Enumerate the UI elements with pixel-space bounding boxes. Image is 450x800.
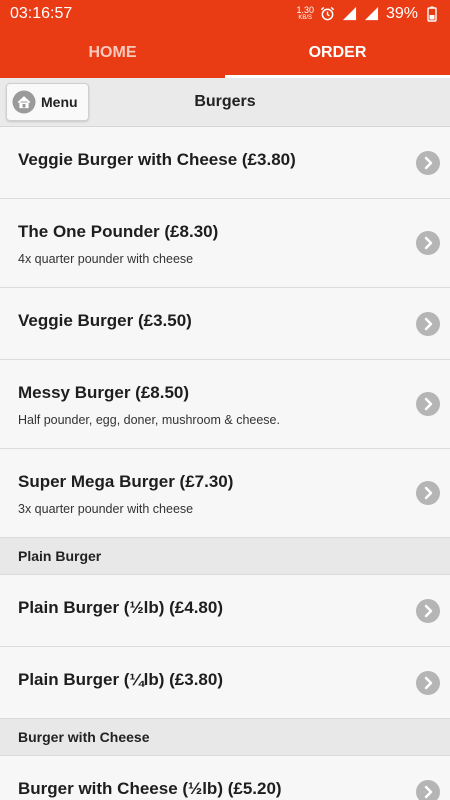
page-title: Burgers (194, 93, 256, 110)
chevron-right-icon (416, 392, 440, 416)
list-item[interactable]: Veggie Burger with Cheese (£3.80) (0, 127, 450, 199)
tab-bar: HOME ORDER (0, 27, 450, 78)
home-icon (12, 90, 36, 114)
menu-list: Veggie Burger with Cheese (£3.80) The On… (0, 127, 450, 800)
item-description: 3x quarter pounder with cheese (18, 502, 194, 516)
list-item[interactable]: The One Pounder (£8.30) 4x quarter pound… (0, 199, 450, 288)
tab-home[interactable]: HOME (0, 27, 225, 78)
section-header: Plain Burger (0, 538, 450, 575)
item-name: Super Mega Burger (£7.30) (18, 472, 234, 491)
status-time: 03:16:57 (10, 4, 73, 22)
chevron-right-icon (416, 780, 440, 800)
tab-order[interactable]: ORDER (225, 27, 450, 78)
list-item[interactable]: Burger with Cheese (½lb) (£5.20) (0, 756, 450, 800)
menu-button-label: Menu (41, 94, 78, 110)
item-description: Half pounder, egg, doner, mushroom & che… (18, 413, 280, 427)
network-speed-unit: KB/S (298, 14, 313, 21)
item-name: Veggie Burger with Cheese (£3.80) (18, 150, 296, 169)
chevron-right-icon (416, 151, 440, 175)
item-name: Plain Burger (¼lb) (£3.80) (18, 670, 223, 689)
list-item[interactable]: Messy Burger (£8.50) Half pounder, egg, … (0, 360, 450, 449)
list-item[interactable]: Super Mega Burger (£7.30) 3x quarter pou… (0, 449, 450, 538)
chevron-right-icon (416, 671, 440, 695)
chevron-right-icon (416, 599, 440, 623)
battery-percent: 39% (385, 4, 418, 22)
signal-icon (364, 6, 380, 22)
chevron-right-icon (416, 231, 440, 255)
item-name: The One Pounder (£8.30) (18, 222, 219, 241)
status-bar: 03:16:57 1.30 KB/S 39% (0, 0, 450, 27)
chevron-right-icon (416, 312, 440, 336)
item-description: 4x quarter pounder with cheese (18, 252, 194, 266)
item-name: Messy Burger (£8.50) (18, 383, 190, 402)
category-header: Menu Burgers (0, 78, 450, 127)
section-header: Burger with Cheese (0, 719, 450, 756)
status-icons: 1.30 KB/S 39% (296, 5, 440, 23)
item-name: Plain Burger (½lb) (£4.80) (18, 598, 223, 617)
item-name: Burger with Cheese (½lb) (£5.20) (18, 779, 282, 798)
list-item[interactable]: Plain Burger (½lb) (£4.80) (0, 575, 450, 647)
network-speed-value: 1.30 (296, 4, 314, 15)
list-item[interactable]: Veggie Burger (£3.50) (0, 288, 450, 360)
alarm-icon (320, 6, 336, 22)
list-item[interactable]: Plain Burger (¼lb) (£3.80) (0, 647, 450, 719)
network-speed: 1.30 KB/S (296, 4, 314, 22)
signal-icon (342, 6, 358, 22)
menu-button[interactable]: Menu (6, 83, 89, 121)
chevron-right-icon (416, 481, 440, 505)
battery-icon (424, 6, 440, 22)
item-name: Veggie Burger (£3.50) (18, 311, 192, 330)
